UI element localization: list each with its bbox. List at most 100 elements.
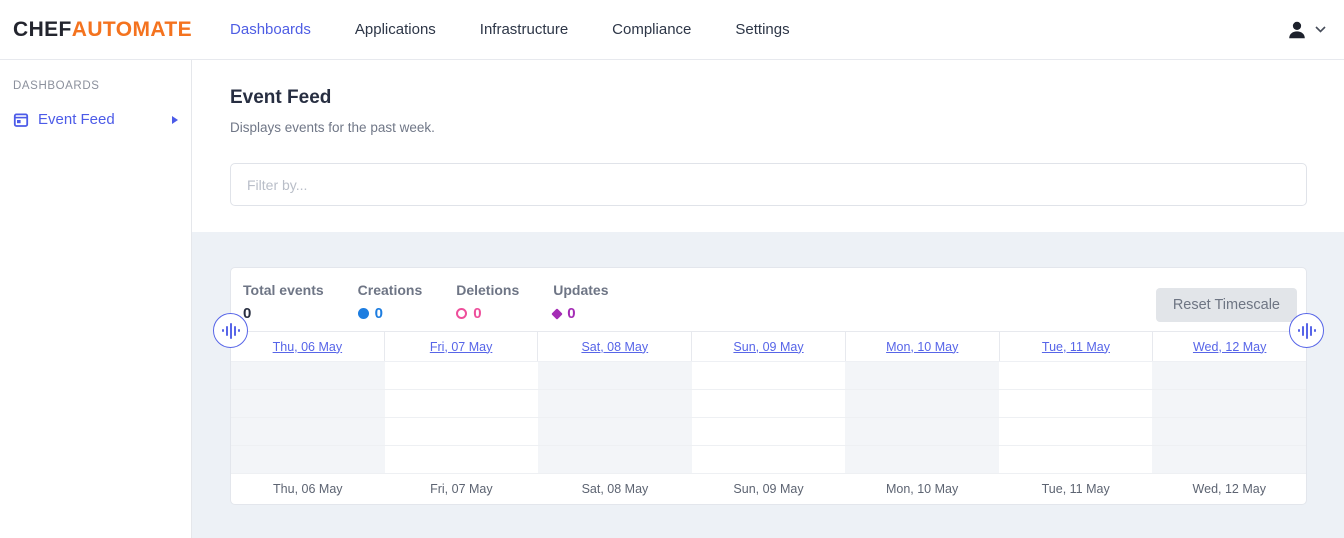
stat-value: 0: [567, 305, 575, 322]
nav-item-dashboards[interactable]: Dashboards: [230, 21, 311, 38]
stat-marker-circle-filled-icon: [358, 308, 369, 319]
sidebar-item-expand-arrow-icon[interactable]: [172, 116, 178, 124]
timeline-cell: [1152, 446, 1306, 473]
timeline-cell: [385, 446, 539, 473]
timeline-cell: [692, 362, 846, 389]
filter-input[interactable]: [230, 163, 1307, 206]
stats-row: Total events0Creations0Deletions0Updates…: [243, 282, 608, 322]
day-header-cell: Wed, 12 May: [1152, 332, 1306, 361]
calendar-icon: [13, 112, 29, 128]
timeline-cell: [231, 418, 385, 445]
timeline-row: [231, 362, 1306, 390]
day-link-mon-10-may[interactable]: Mon, 10 May: [886, 340, 958, 354]
stat-creations: Creations 0: [358, 282, 423, 322]
timescale-handle-right[interactable]: [1289, 313, 1324, 348]
day-header-cell: Thu, 06 May: [231, 332, 384, 361]
timeline-cell: [385, 418, 539, 445]
timeline-cell: [692, 446, 846, 473]
timeline-cell: [538, 446, 692, 473]
timeline-cell: [231, 362, 385, 389]
timeline-cell: [1152, 418, 1306, 445]
chef-automate-logo[interactable]: CHEFAUTOMATE: [13, 18, 192, 42]
timeline-cell: [999, 446, 1153, 473]
stat-label: Total events: [243, 282, 324, 298]
nav-item-infrastructure[interactable]: Infrastructure: [480, 21, 568, 38]
main-nav: Dashboards Applications Infrastructure Comp…: [230, 21, 790, 38]
nav-item-compliance[interactable]: Compliance: [612, 21, 691, 38]
timeline: Thu, 06 MayFri, 07 MaySat, 08 MaySun, 09…: [231, 331, 1306, 504]
day-footer-label: Wed, 12 May: [1152, 482, 1306, 496]
day-header-cell: Mon, 10 May: [845, 332, 999, 361]
timeline-row: [231, 418, 1306, 446]
nav-item-applications[interactable]: Applications: [355, 21, 436, 38]
day-header-cell: Tue, 11 May: [999, 332, 1153, 361]
timeline-cell: [538, 418, 692, 445]
main-panel: Event Feed Displays events for the past …: [192, 60, 1344, 538]
timeline-cell: [231, 390, 385, 417]
timeline-cell: [845, 390, 999, 417]
day-link-thu-06-may[interactable]: Thu, 06 May: [273, 340, 342, 354]
timeline-cell: [1152, 390, 1306, 417]
timescale-handle-left[interactable]: [213, 313, 248, 348]
timeline-day-header: Thu, 06 May Fri, 07 May Sat, 08 May Sun, 09…: [231, 331, 1306, 362]
timeline-cell: [385, 362, 539, 389]
sidebar: DASHBOARDS Event Feed: [0, 60, 192, 538]
user-profile-icon[interactable]: [1286, 19, 1308, 41]
day-footer-label: Thu, 06 May: [231, 482, 385, 496]
page-header: Event Feed Displays events for the past …: [192, 60, 1344, 232]
logo-chef-text: CHEF: [13, 18, 72, 41]
day-link-tue-11-may[interactable]: Tue, 11 May: [1042, 340, 1110, 354]
page-subtitle: Displays events for the past week.: [230, 119, 1307, 137]
stat-value: 0: [375, 305, 383, 322]
timeline-cell: [538, 362, 692, 389]
timeline-cell: [845, 446, 999, 473]
sidebar-item-event-feed[interactable]: Event Feed: [13, 111, 178, 128]
timeline-cell: [999, 390, 1153, 417]
day-footer-label: Tue, 11 May: [999, 482, 1153, 496]
day-footer-label: Fri, 07 May: [385, 482, 539, 496]
day-link-sat-08-may[interactable]: Sat, 08 May: [581, 340, 648, 354]
stat-marker-circle-outline-icon: [456, 308, 467, 319]
timeline-cell: [1152, 362, 1306, 389]
timeline-cell: [845, 418, 999, 445]
day-footer-label: Mon, 10 May: [845, 482, 999, 496]
timeline-cell: [385, 390, 539, 417]
day-link-fri-07-may[interactable]: Fri, 07 May: [430, 340, 493, 354]
chevron-down-icon: [1315, 26, 1326, 33]
day-footer-label: Sun, 09 May: [692, 482, 846, 496]
timeline-cell: [845, 362, 999, 389]
timeline-grid: [231, 362, 1306, 474]
timeline-cell: [999, 362, 1153, 389]
day-header-cell: Sun, 09 May: [691, 332, 845, 361]
top-navigation-bar: CHEFAUTOMATE Dashboards Applications Infra…: [0, 0, 1344, 60]
card-header: Total events0Creations0Deletions0Updates…: [231, 268, 1306, 331]
user-menu[interactable]: [1286, 19, 1326, 41]
reset-timescale-button[interactable]: Reset Timescale: [1156, 288, 1297, 322]
timeline-day-footer: Thu, 06 MayFri, 07 MaySat, 08 MaySun, 09…: [231, 474, 1306, 504]
nav-item-settings[interactable]: Settings: [735, 21, 789, 38]
stat-value: 0: [473, 305, 481, 322]
timeline-cell: [538, 390, 692, 417]
day-link-sun-09-may[interactable]: Sun, 09 May: [733, 340, 803, 354]
stat-label: Updates: [553, 282, 608, 298]
stat-total-events: Total events0: [243, 282, 324, 322]
stat-label: Deletions: [456, 282, 519, 298]
day-link-wed-12-may[interactable]: Wed, 12 May: [1193, 340, 1266, 354]
day-footer-label: Sat, 08 May: [538, 482, 692, 496]
timeline-cell: [231, 446, 385, 473]
timeline-cell: [692, 418, 846, 445]
logo-automate-text: AUTOMATE: [72, 18, 192, 41]
timeline-cell: [692, 390, 846, 417]
stat-marker-diamond-icon: [552, 308, 563, 319]
stat-updates: Updates 0: [553, 282, 608, 322]
day-header-cell: Fri, 07 May: [384, 332, 538, 361]
timeline-row: [231, 446, 1306, 474]
event-feed-card: Total events0Creations0Deletions0Updates…: [230, 267, 1307, 505]
sidebar-item-label: Event Feed: [38, 111, 115, 128]
sidebar-heading: DASHBOARDS: [13, 80, 178, 92]
timeline-cell: [999, 418, 1153, 445]
app-window: CHEFAUTOMATE Dashboards Applications Infra…: [0, 0, 1344, 538]
stat-deletions: Deletions 0: [456, 282, 519, 322]
stat-label: Creations: [358, 282, 423, 298]
content-area: Total events0Creations0Deletions0Updates…: [192, 232, 1344, 538]
